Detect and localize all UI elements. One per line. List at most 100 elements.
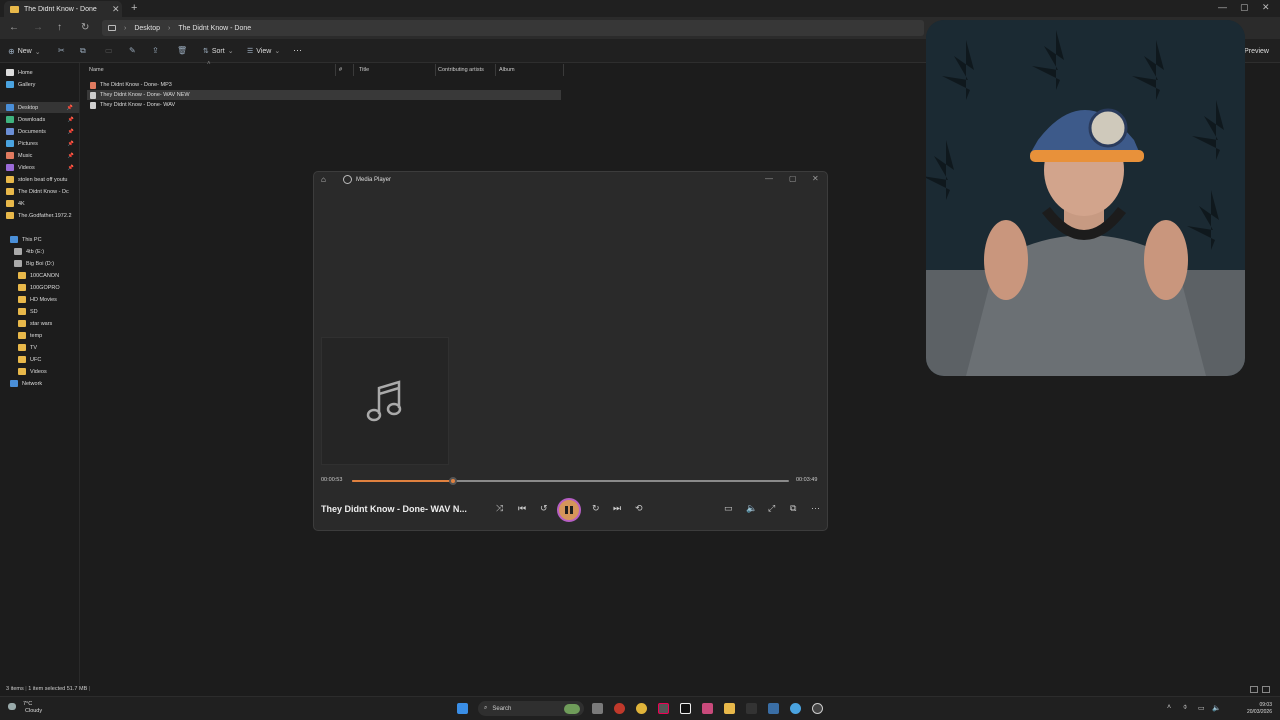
tiktok-icon[interactable]: [680, 703, 691, 714]
media-player-taskbar-icon[interactable]: [812, 703, 823, 714]
paste-icon[interactable]: ▭: [105, 46, 113, 55]
column-divider[interactable]: [335, 64, 336, 76]
file-row[interactable]: The Didnt Know - Done- MP3: [87, 80, 561, 90]
new-tab-button[interactable]: +: [131, 2, 137, 14]
maximize-icon[interactable]: ▢: [1240, 2, 1249, 13]
column-divider[interactable]: [353, 64, 354, 76]
sidebar-item-folder[interactable]: stolen beat off youtu: [6, 174, 80, 185]
sidebar-item-folder[interactable]: 100GOPRO: [18, 282, 92, 293]
file-row[interactable]: They Didnt Know - Done- WAV: [87, 100, 561, 110]
skip-back-icon[interactable]: ↺: [540, 503, 548, 514]
details-view-icon[interactable]: [1250, 686, 1258, 693]
minimize-icon[interactable]: —: [1218, 2, 1227, 12]
sidebar-item-folder[interactable]: star wars: [18, 318, 92, 329]
column-header-name[interactable]: Name: [89, 67, 104, 73]
column-divider[interactable]: [495, 64, 496, 76]
sidebar-item-folder[interactable]: 100CANON: [18, 270, 92, 281]
shuffle-icon[interactable]: ⤨: [496, 503, 503, 514]
sidebar-item-desktop[interactable]: Desktop 📌: [0, 102, 79, 113]
copy-icon[interactable]: ⧉: [80, 46, 86, 56]
column-header-title[interactable]: Title: [359, 67, 369, 73]
column-header-number[interactable]: #: [339, 67, 342, 73]
address-bar[interactable]: › Desktop › The Didnt Know - Done: [102, 20, 924, 36]
up-icon[interactable]: ↑: [57, 22, 62, 33]
chevron-up-icon[interactable]: ˄: [1167, 704, 1171, 711]
sidebar-item-drive[interactable]: 4tb (E:): [14, 246, 88, 257]
sidebar-item-folder[interactable]: temp: [18, 330, 92, 341]
more-options-icon[interactable]: ···: [293, 45, 302, 55]
tiles-view-icon[interactable]: [1262, 686, 1270, 693]
explorer-tab[interactable]: The Didnt Know - Done ✕: [4, 1, 122, 17]
breadcrumb-desktop[interactable]: Desktop: [134, 25, 160, 32]
app-icon[interactable]: [768, 703, 779, 714]
chrome-icon[interactable]: [636, 703, 647, 714]
cut-icon[interactable]: ✂: [58, 46, 65, 55]
forward-icon[interactable]: →: [33, 22, 43, 33]
breadcrumb-current[interactable]: The Didnt Know - Done: [178, 25, 251, 32]
weather-widget[interactable]: 7°C Cloudy: [8, 701, 42, 715]
sidebar-item-videos[interactable]: Videos 📌: [6, 162, 80, 173]
sidebar-item-this-pc[interactable]: This PC: [10, 234, 84, 245]
minimize-icon[interactable]: —: [765, 174, 773, 183]
back-icon[interactable]: ←: [9, 22, 19, 33]
seek-thumb[interactable]: [448, 477, 457, 485]
close-window-icon[interactable]: ✕: [812, 174, 819, 183]
sidebar-item-folder[interactable]: UFC: [18, 354, 92, 365]
preview-button[interactable]: Preview: [1244, 48, 1269, 55]
sidebar-item-music[interactable]: Music 📌: [6, 150, 80, 161]
sidebar-item-network[interactable]: Network: [10, 378, 84, 389]
seek-bar[interactable]: [352, 477, 789, 485]
sidebar-item-folder[interactable]: The.Godfather.1972.2: [6, 210, 80, 221]
app-icon[interactable]: [658, 703, 669, 714]
app-icon[interactable]: [614, 703, 625, 714]
sidebar-item-folder[interactable]: Videos: [18, 366, 92, 377]
network-icon[interactable]: ▭: [1198, 704, 1205, 712]
column-divider[interactable]: [435, 64, 436, 76]
rename-icon[interactable]: ✎: [129, 46, 136, 55]
sidebar-item-documents[interactable]: Documents 📌: [6, 126, 80, 137]
skip-forward-icon[interactable]: ↻: [592, 503, 600, 514]
column-header-album[interactable]: Album: [499, 67, 515, 73]
sidebar-item-folder[interactable]: TV: [18, 342, 92, 353]
sort-button[interactable]: ⇅ Sort ⌄: [203, 47, 234, 56]
mini-player-icon[interactable]: ⧉: [790, 503, 796, 514]
task-view-icon[interactable]: [592, 703, 603, 714]
refresh-icon[interactable]: ↻: [81, 22, 89, 33]
sidebar-item-folder[interactable]: HD Movies: [18, 294, 92, 305]
next-track-icon[interactable]: ⏭: [613, 503, 621, 514]
app-icon[interactable]: [790, 703, 801, 714]
column-header-artists[interactable]: Contributing artists: [438, 67, 484, 73]
taskbar-search[interactable]: ⌕ Search: [478, 701, 584, 716]
volume-icon[interactable]: 🔈: [746, 503, 757, 514]
column-divider[interactable]: [563, 64, 564, 76]
capcut-icon[interactable]: [746, 703, 757, 714]
previous-track-icon[interactable]: ⏮: [518, 503, 526, 514]
sidebar-item-folder[interactable]: The Didnt Know - Dc: [6, 186, 80, 197]
delete-icon[interactable]: 🗑: [177, 46, 187, 55]
file-row-selected[interactable]: They Didnt Know - Done- WAV NEW: [87, 90, 561, 100]
close-tab-icon[interactable]: ✕: [112, 4, 122, 15]
sidebar-item-drive[interactable]: Big Boi (D:): [14, 258, 88, 269]
home-icon[interactable]: ⌂: [321, 175, 326, 184]
start-icon[interactable]: [457, 703, 468, 714]
sidebar-item-downloads[interactable]: Downloads 📌: [6, 114, 80, 125]
fullscreen-icon[interactable]: ⤢: [768, 503, 775, 514]
view-button[interactable]: ☰ View ⌄: [247, 47, 280, 56]
share-icon[interactable]: ⇪: [152, 46, 159, 55]
pause-button[interactable]: [557, 498, 581, 522]
captions-icon[interactable]: ▭: [724, 503, 733, 514]
sidebar-item-home[interactable]: Home: [6, 67, 80, 78]
volume-icon[interactable]: 🔈: [1212, 704, 1221, 712]
mic-icon[interactable]: ⌽: [1183, 704, 1187, 712]
repeat-off-icon[interactable]: ⟲: [635, 503, 643, 514]
clock[interactable]: 09:03 20/03/2026: [1247, 702, 1272, 716]
new-button[interactable]: ⊕ New ⌄: [8, 47, 41, 56]
maximize-icon[interactable]: ▢: [789, 174, 797, 183]
app-icon[interactable]: [702, 703, 713, 714]
close-window-icon[interactable]: ✕: [1262, 2, 1270, 13]
sidebar-item-folder[interactable]: SD: [18, 306, 92, 317]
more-options-icon[interactable]: ···: [811, 503, 820, 513]
sidebar-item-pictures[interactable]: Pictures 📌: [6, 138, 80, 149]
file-explorer-icon[interactable]: [724, 703, 735, 714]
sidebar-item-folder[interactable]: 4K: [6, 198, 80, 209]
